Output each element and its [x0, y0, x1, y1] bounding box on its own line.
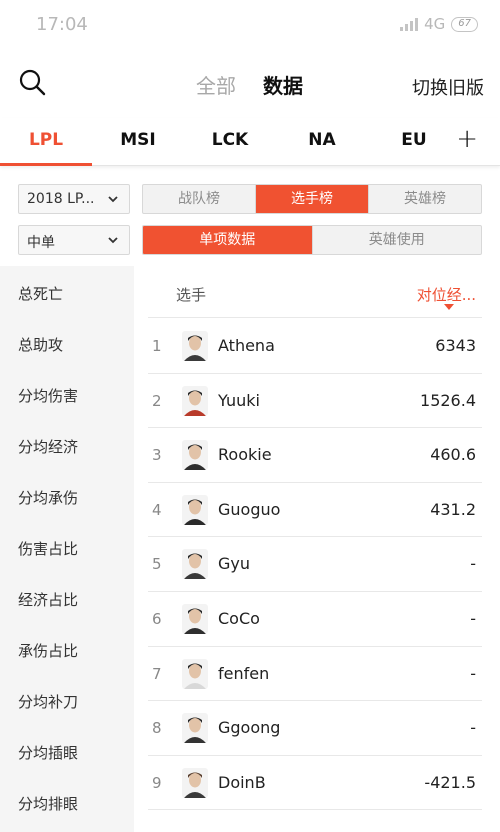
- stat-value: 460.6: [430, 445, 476, 465]
- table-row[interactable]: 7 fenfen -: [148, 647, 482, 702]
- player-name: Ggoong: [218, 718, 281, 738]
- player-avatar: [182, 440, 208, 471]
- tab-hero-usage[interactable]: 英雄使用: [313, 226, 482, 254]
- sidebar-item-damage-per-min[interactable]: 分均伤害: [18, 385, 78, 406]
- tab-single-stat[interactable]: 单项数据: [143, 226, 313, 254]
- rank-number: 2: [152, 391, 162, 410]
- league-tab-na[interactable]: NA: [276, 130, 368, 150]
- chevron-down-icon: [108, 196, 118, 203]
- rank-number: 9: [152, 773, 162, 792]
- player-avatar: [182, 549, 208, 580]
- rank-number: 3: [152, 446, 162, 465]
- column-sort-stat[interactable]: 对位经...: [417, 284, 476, 305]
- league-tab-lpl[interactable]: LPL: [0, 130, 92, 150]
- rank-number: 1: [152, 337, 162, 355]
- rank-number: 8: [152, 719, 162, 738]
- switch-old-version-button[interactable]: 切换旧版: [412, 74, 484, 100]
- season-value: 2018 LP...: [27, 191, 95, 207]
- add-league-button[interactable]: +: [456, 124, 478, 154]
- player-avatar: [182, 385, 208, 416]
- sidebar-item-wards-cleared-per-min[interactable]: 分均排眼: [18, 793, 78, 814]
- stat-value: 1526.4: [420, 390, 476, 410]
- sort-desc-icon[interactable]: [444, 304, 454, 310]
- tab-hero-ranking[interactable]: 英雄榜: [369, 185, 481, 213]
- sidebar-item-total-assists[interactable]: 总助攻: [18, 334, 63, 355]
- table-row[interactable]: 4 Guoguo 431.2: [148, 483, 482, 538]
- active-tab-indicator: [0, 163, 92, 166]
- rank-number: 7: [152, 664, 162, 683]
- tab-player-ranking[interactable]: 选手榜: [256, 185, 369, 213]
- league-tab-eu[interactable]: EU: [368, 130, 460, 150]
- tab-data[interactable]: 数据: [263, 70, 303, 99]
- ranking-type-segment: 战队榜 选手榜 英雄榜: [142, 184, 482, 214]
- sidebar-item-cs-per-min[interactable]: 分均补刀: [18, 691, 78, 712]
- player-name: Yuuki: [218, 390, 260, 410]
- player-name: Rookie: [218, 445, 272, 465]
- stat-value: -: [470, 554, 476, 574]
- status-indicators: 4G 67: [400, 15, 478, 33]
- position-dropdown[interactable]: 中单: [18, 225, 130, 255]
- stat-value: -: [470, 609, 476, 628]
- sidebar-item-damage-taken-share[interactable]: 承伤占比: [18, 640, 78, 661]
- table-header: 选手 对位经...: [148, 266, 482, 318]
- stat-value: -421.5: [424, 772, 476, 792]
- stat-value: -: [470, 663, 476, 683]
- rank-number: 4: [152, 500, 162, 519]
- table-row[interactable]: 3 Rookie 460.6: [148, 428, 482, 483]
- stat-value: 431.2: [430, 499, 476, 519]
- player-name: Gyu: [218, 554, 251, 574]
- player-name: DoinB: [218, 772, 266, 792]
- sidebar-item-wards-placed-per-min[interactable]: 分均插眼: [18, 742, 78, 763]
- player-avatar: [182, 494, 208, 525]
- tab-all[interactable]: 全部: [196, 70, 236, 99]
- table-row[interactable]: 5 Gyu -: [148, 537, 482, 592]
- status-time: 17:04: [36, 14, 88, 35]
- rank-number: 5: [152, 555, 162, 574]
- player-avatar: [182, 767, 208, 798]
- sidebar-item-total-deaths[interactable]: 总死亡: [18, 283, 63, 304]
- table-row[interactable]: 6 CoCo -: [148, 592, 482, 647]
- sidebar-item-gold-per-min[interactable]: 分均经济: [18, 436, 78, 457]
- table-row[interactable]: 1 Athena 6343: [148, 319, 482, 374]
- sidebar-item-damage-taken-per-min[interactable]: 分均承伤: [18, 487, 78, 508]
- battery-icon: 67: [451, 16, 478, 32]
- player-name: fenfen: [218, 663, 270, 683]
- signal-icon: [400, 17, 419, 31]
- tab-team-ranking[interactable]: 战队榜: [143, 185, 256, 213]
- position-value: 中单: [27, 235, 55, 251]
- league-tab-msi[interactable]: MSI: [92, 130, 184, 150]
- table-row[interactable]: 2 Yuuki 1526.4: [148, 374, 482, 429]
- player-avatar: [182, 713, 208, 744]
- column-player: 选手: [176, 286, 207, 304]
- season-dropdown[interactable]: 2018 LP...: [18, 184, 130, 214]
- player-name: CoCo: [218, 609, 260, 628]
- network-label: 4G: [424, 15, 446, 33]
- rank-number: 6: [152, 610, 162, 628]
- player-avatar: [182, 331, 208, 361]
- league-tab-lck[interactable]: LCK: [184, 130, 276, 150]
- player-avatar: [182, 658, 208, 689]
- stat-value: 6343: [435, 336, 476, 355]
- data-type-segment: 单项数据 英雄使用: [142, 225, 482, 255]
- player-name: Guoguo: [218, 499, 281, 519]
- top-header: 全部 数据 切换旧版: [0, 60, 500, 110]
- stat-value: -: [470, 718, 476, 738]
- sidebar-item-gold-share[interactable]: 经济占比: [18, 589, 78, 610]
- sidebar-item-damage-share[interactable]: 伤害占比: [18, 538, 78, 559]
- search-icon[interactable]: [18, 68, 48, 98]
- table-row[interactable]: 9 DoinB -421.5: [148, 756, 482, 811]
- player-name: Athena: [218, 336, 275, 355]
- chevron-down-icon: [108, 237, 118, 244]
- stat-category-sidebar: 总死亡 总助攻 分均伤害 分均经济 分均承伤 伤害占比 经济占比 承伤占比 分均…: [0, 266, 134, 832]
- table-row[interactable]: 8 Ggoong -: [148, 701, 482, 756]
- status-bar: 17:04 4G 67: [0, 0, 500, 52]
- league-tab-bar: LPL MSI LCK NA EU +: [0, 118, 500, 166]
- player-avatar: [182, 604, 208, 634]
